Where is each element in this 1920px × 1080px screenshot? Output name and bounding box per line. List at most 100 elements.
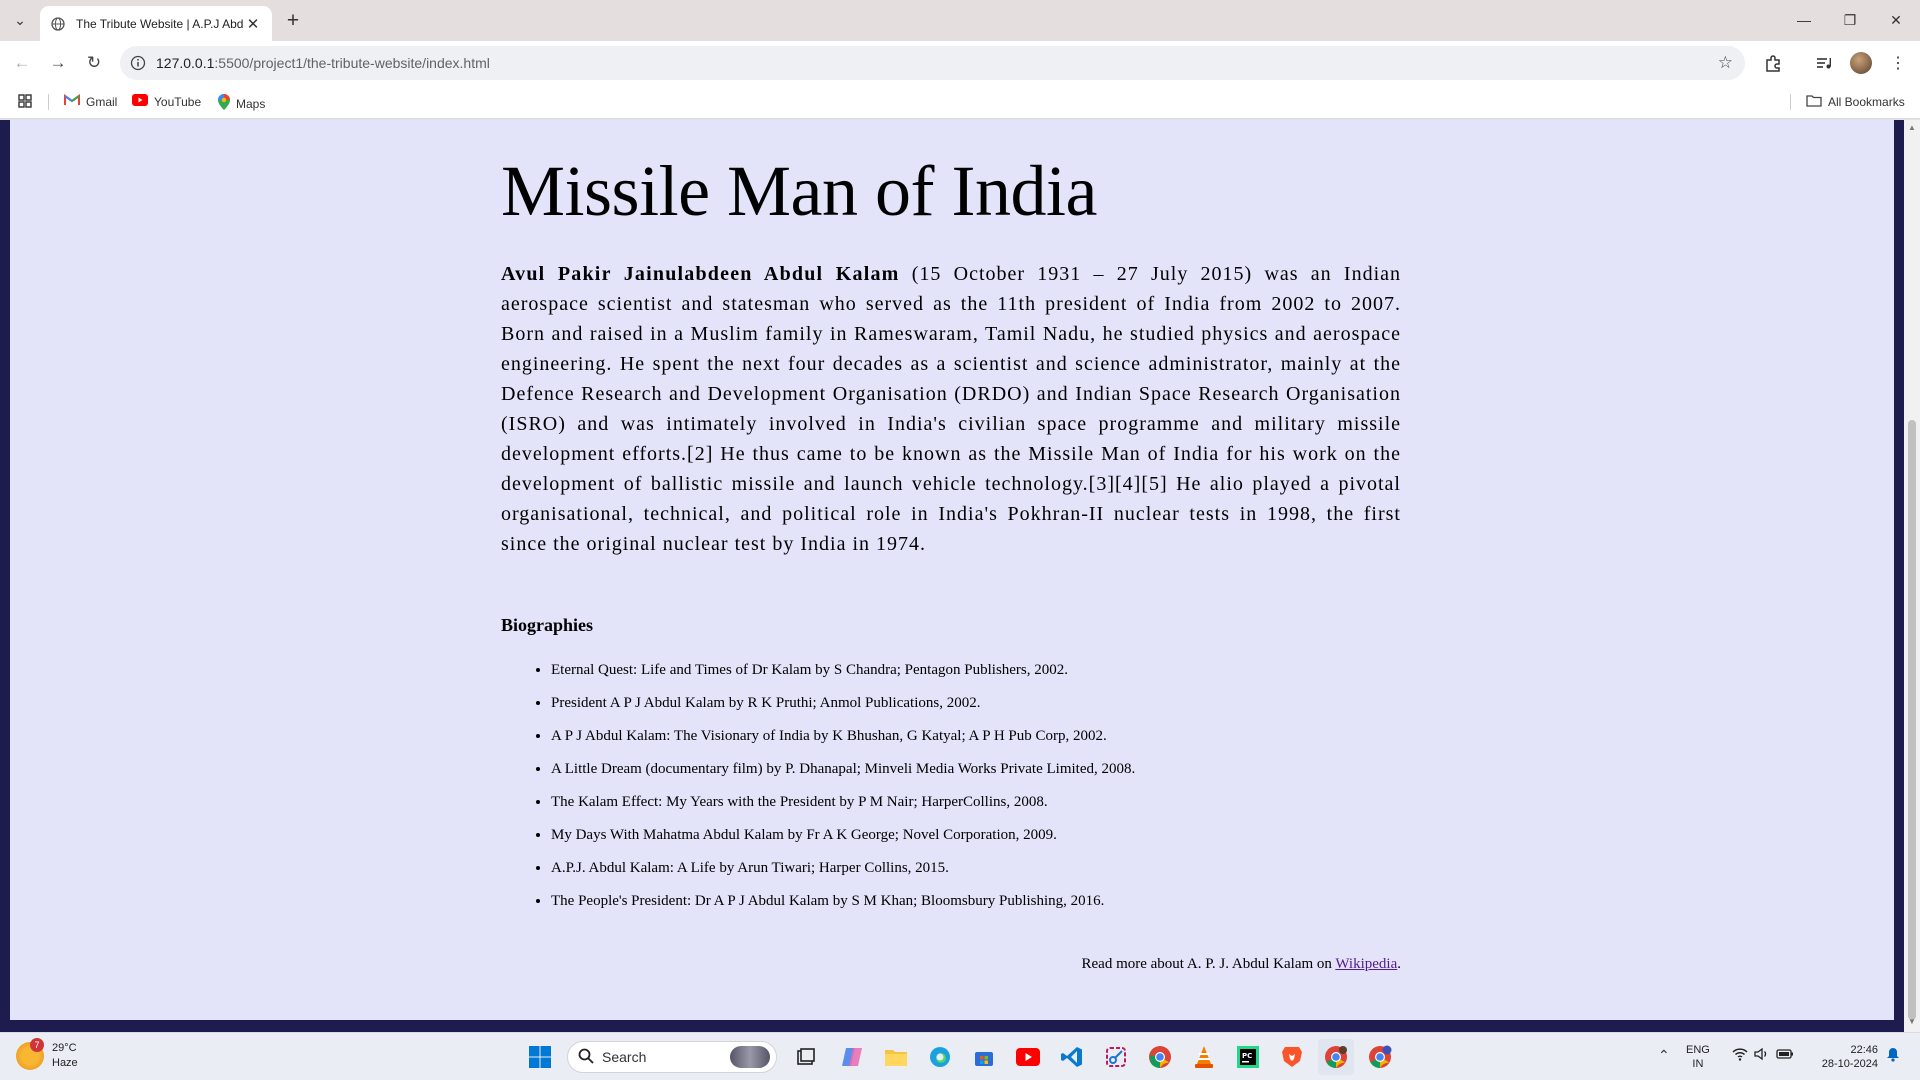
tab-strip: ⌄ The Tribute Website | A.P.J Abd ✕ + — …: [0, 0, 1920, 41]
media-control-icon[interactable]: [1812, 51, 1836, 75]
list-item: My Days With Mahatma Abdul Kalam by Fr A…: [551, 819, 1401, 852]
tab-title: The Tribute Website | A.P.J Abd: [76, 16, 244, 31]
restore-icon[interactable]: ❐: [1827, 0, 1873, 40]
bookmark-star-icon[interactable]: ☆: [1718, 53, 1733, 73]
back-icon[interactable]: ←: [8, 49, 36, 77]
list-item: Eternal Quest: Life and Times of Dr Kala…: [551, 654, 1401, 687]
chrome-active-icon[interactable]: [1318, 1039, 1354, 1075]
file-explorer-icon[interactable]: [878, 1039, 914, 1075]
vscode-icon[interactable]: [1054, 1039, 1090, 1075]
tab-search-chevron-icon[interactable]: ⌄: [8, 8, 32, 32]
volume-icon[interactable]: [1754, 1047, 1770, 1064]
snipping-tool-icon[interactable]: [1098, 1039, 1134, 1075]
clock[interactable]: 22:46 28-10-2024: [1812, 1043, 1878, 1071]
list-item: The People's President: Dr A P J Abdul K…: [551, 885, 1401, 918]
read-more-text: Read more about A. P. J. Abdul Kalam on …: [501, 956, 1402, 973]
region-code: IN: [1692, 1058, 1704, 1070]
url-host: 127.0.0.1: [156, 55, 215, 71]
apps-grid-icon[interactable]: [18, 94, 32, 108]
tribute-content: Missile Man of India Avul Pakir Jainulab…: [501, 151, 1402, 973]
list-item: President A P J Abdul Kalam by R K Pruth…: [551, 687, 1401, 720]
all-bookmarks-label: All Bookmarks: [1828, 95, 1905, 109]
bookmark-youtube[interactable]: YouTube: [132, 94, 201, 109]
forward-icon[interactable]: →: [44, 49, 72, 77]
youtube-app-icon[interactable]: [1010, 1039, 1046, 1075]
youtube-icon: [132, 94, 148, 109]
browser-toolbar: ← → ↻ 127.0.0.1:5500/project1/the-tribut…: [0, 41, 1920, 85]
minimize-icon[interactable]: —: [1781, 0, 1827, 40]
battery-icon[interactable]: [1776, 1047, 1794, 1063]
language-indicator[interactable]: ENG IN: [1686, 1043, 1710, 1071]
wikipedia-link[interactable]: Wikipedia: [1335, 956, 1397, 972]
windows-taskbar: 7 29°C Haze Search PC ⌃ ENG IN 22:46 28-…: [0, 1032, 1920, 1080]
maps-icon: [218, 94, 230, 113]
search-label: Search: [602, 1049, 647, 1065]
bookmark-label: Maps: [236, 96, 266, 111]
bookmark-label: Gmail: [86, 94, 118, 109]
folder-icon: [1806, 94, 1822, 110]
page-scrollbar[interactable]: ▲ ▼: [1904, 120, 1920, 1032]
scroll-thumb[interactable]: [1908, 420, 1916, 1020]
notification-bell-icon[interactable]: [1886, 1047, 1900, 1065]
task-view-icon[interactable]: [788, 1039, 824, 1075]
copilot-icon[interactable]: [834, 1039, 870, 1075]
vlc-icon[interactable]: [1186, 1039, 1222, 1075]
url-text: 127.0.0.1:5500/project1/the-tribute-webs…: [156, 55, 490, 71]
search-highlight-icon: [730, 1046, 770, 1068]
clock-date: 28-10-2024: [1821, 1058, 1878, 1070]
site-info-icon[interactable]: [120, 55, 156, 71]
globe-icon: [50, 16, 66, 32]
new-tab-button[interactable]: +: [280, 8, 306, 34]
page-title: Missile Man of India: [501, 151, 1097, 231]
list-item: A.P.J. Abdul Kalam: A Life by Arun Tiwar…: [551, 852, 1401, 885]
address-bar[interactable]: 127.0.0.1:5500/project1/the-tribute-webs…: [120, 46, 1745, 80]
microsoft-store-icon[interactable]: [966, 1039, 1002, 1075]
bookmarks-bar: Gmail YouTube Maps All Bookmarks: [0, 85, 1920, 119]
bookmark-label: YouTube: [154, 94, 202, 109]
list-item: A Little Dream (documentary film) by P. …: [551, 753, 1401, 786]
notification-badge: 7: [30, 1038, 44, 1052]
scroll-down-icon[interactable]: ▼: [1908, 1018, 1916, 1026]
biographies-heading: Biographies: [501, 615, 594, 636]
pycharm-icon[interactable]: PC: [1230, 1039, 1266, 1075]
gmail-icon: [64, 94, 80, 109]
list-item: The Kalam Effect: My Years with the Pres…: [551, 786, 1401, 819]
all-bookmarks-button[interactable]: All Bookmarks: [1806, 94, 1905, 110]
profile-avatar[interactable]: [1850, 52, 1872, 74]
url-path: :5500/project1/the-tribute-website/index…: [214, 55, 490, 71]
chrome-icon[interactable]: [1142, 1039, 1178, 1075]
list-item: A P J Abdul Kalam: The Visionary of Indi…: [551, 720, 1401, 753]
taskbar-search[interactable]: Search: [567, 1041, 777, 1073]
page-viewport: Missile Man of India Avul Pakir Jainulab…: [0, 120, 1920, 1032]
tab-close-icon[interactable]: ✕: [244, 15, 262, 33]
temperature: 29°C: [52, 1042, 77, 1054]
brave-icon[interactable]: [1274, 1039, 1310, 1075]
weather-sun-icon: 7: [16, 1038, 44, 1070]
scroll-up-icon[interactable]: ▲: [1908, 124, 1916, 132]
bio-name: Avul Pakir Jainulabdeen Abdul Kalam: [501, 263, 900, 286]
weather-condition: Haze: [52, 1057, 78, 1069]
extensions-icon[interactable]: [1761, 51, 1785, 75]
reload-icon[interactable]: ↻: [80, 49, 108, 77]
bookmarks-divider: [1790, 94, 1791, 110]
clock-time: 22:46: [1850, 1044, 1878, 1056]
active-tab[interactable]: The Tribute Website | A.P.J Abd ✕: [40, 6, 272, 41]
bookmark-maps[interactable]: Maps: [218, 94, 265, 113]
start-windows-icon[interactable]: [522, 1039, 558, 1075]
weather-widget[interactable]: 7 29°C Haze: [16, 1038, 78, 1071]
language-code: ENG: [1686, 1044, 1710, 1056]
close-window-icon[interactable]: ✕: [1873, 0, 1919, 40]
bookmark-gmail[interactable]: Gmail: [64, 94, 117, 109]
show-hidden-icons-chevron-icon[interactable]: ⌃: [1658, 1047, 1670, 1064]
read-more-suffix: .: [1397, 956, 1401, 973]
wifi-icon[interactable]: [1732, 1047, 1748, 1064]
biographies-list: Eternal Quest: Life and Times of Dr Kala…: [551, 654, 1401, 918]
edge-icon[interactable]: [922, 1039, 958, 1075]
bio-text: (15 October 1931 – 27 July 2015) was an …: [501, 263, 1401, 556]
more-menu-icon[interactable]: ⋮: [1886, 51, 1910, 75]
weather-text: 29°C Haze: [52, 1041, 78, 1071]
search-icon: [578, 1048, 594, 1067]
tribute-page: Missile Man of India Avul Pakir Jainulab…: [10, 120, 1894, 1020]
chrome-profile-icon[interactable]: [1362, 1039, 1398, 1075]
biography-paragraph: Avul Pakir Jainulabdeen Abdul Kalam (15 …: [501, 259, 1401, 559]
